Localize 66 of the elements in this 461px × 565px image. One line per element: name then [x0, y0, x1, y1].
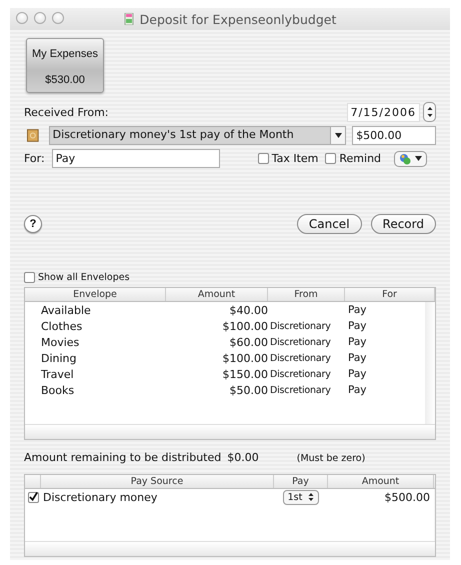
zoom-button[interactable] — [52, 12, 64, 24]
table-cell-text: Pay — [347, 320, 368, 332]
date-field[interactable]: 7/15/2006 — [346, 102, 420, 122]
column-header[interactable]: Envelope — [25, 288, 166, 301]
document-icon — [124, 13, 134, 25]
column-header[interactable]: Pay — [274, 475, 328, 488]
table-cell-text: Discretionary — [269, 320, 332, 332]
caret-icon — [334, 133, 342, 138]
stepper-arrows-icon — [426, 105, 434, 119]
minimize-button[interactable] — [34, 12, 46, 24]
window-title: Deposit for Expenseonlybudget — [140, 12, 336, 26]
account-button[interactable]: My Expenses $530.00 — [26, 38, 104, 93]
table-cell-text: $60.00 — [228, 336, 268, 348]
stepper-arrows-icon — [308, 492, 314, 502]
pay-popup[interactable]: 1st — [282, 490, 320, 504]
help-button[interactable]: ? — [24, 215, 42, 233]
action-menu-button[interactable] — [394, 150, 428, 166]
column-header[interactable]: From — [268, 288, 345, 301]
received-from-label: Received From: — [24, 106, 109, 118]
table-cell-text: Discretionary — [269, 352, 332, 364]
vertical-scrollbar[interactable] — [434, 489, 435, 541]
column-header[interactable]: Pay Source — [41, 475, 274, 488]
table-cell-text: $150.00 — [222, 368, 268, 380]
table-cell-text: $100.00 — [222, 352, 268, 364]
date-stepper[interactable] — [423, 102, 436, 122]
vertical-scrollbar[interactable] — [425, 302, 435, 424]
remaining-amount: $0.00 — [227, 451, 259, 464]
remaining-label: Amount remaining to be distributed — [24, 451, 222, 464]
table-cell-text: Pay — [347, 352, 368, 364]
table-cell-text: Discretionary — [269, 368, 332, 380]
table-cell-text: Available — [40, 304, 92, 316]
cancel-button[interactable]: Cancel — [296, 214, 362, 234]
table-cell-text: $500.00 — [384, 490, 431, 504]
table-cell-text: Pay — [347, 336, 368, 348]
must-be-zero-note: (Must be zero) — [296, 453, 366, 464]
table-cell-text: Books — [40, 384, 76, 396]
close-button[interactable] — [16, 12, 28, 24]
amount-field[interactable]: $500.00 — [352, 126, 436, 145]
table-cell-text: Discretionary money — [42, 490, 158, 504]
option-checkbox[interactable]: Remind — [325, 152, 382, 165]
table-cell-text: $40.00 — [228, 304, 268, 316]
table-cell-text: Travel — [40, 368, 75, 380]
table-cell-text: $100.00 — [222, 320, 268, 332]
row-checkbox[interactable] — [28, 492, 38, 502]
table-cell-text: Discretionary — [269, 384, 332, 396]
option-checkbox[interactable]: Tax Item — [258, 152, 318, 165]
table-cell-text: Pay — [347, 304, 368, 316]
horizontal-scrollbar[interactable] — [25, 541, 435, 556]
table-cell-text: Clothes — [40, 320, 84, 332]
caret-icon — [415, 156, 422, 161]
table-cell-text: Pay — [347, 368, 368, 380]
show-all-checkbox[interactable]: Show all Envelopes — [24, 272, 130, 283]
table-cell-text: Movies — [40, 336, 80, 348]
column-header[interactable]: For — [345, 288, 435, 301]
column-header[interactable]: Amount — [328, 475, 434, 488]
record-button[interactable]: Record — [370, 214, 436, 234]
column-header[interactable]: Amount — [166, 288, 268, 301]
table-cell-text: Discretionary — [269, 336, 332, 348]
source-dropdown[interactable]: Discretionary money's 1st pay of the Month — [48, 126, 346, 145]
table-cell-text: Dining — [40, 352, 78, 364]
table-cell-text: $50.00 — [228, 384, 268, 396]
table-cell-text: Pay — [347, 384, 368, 396]
horizontal-scrollbar[interactable] — [25, 424, 435, 439]
envelope-icon — [27, 129, 39, 142]
for-label: For: — [24, 152, 45, 165]
for-field[interactable]: Pay — [52, 149, 220, 168]
